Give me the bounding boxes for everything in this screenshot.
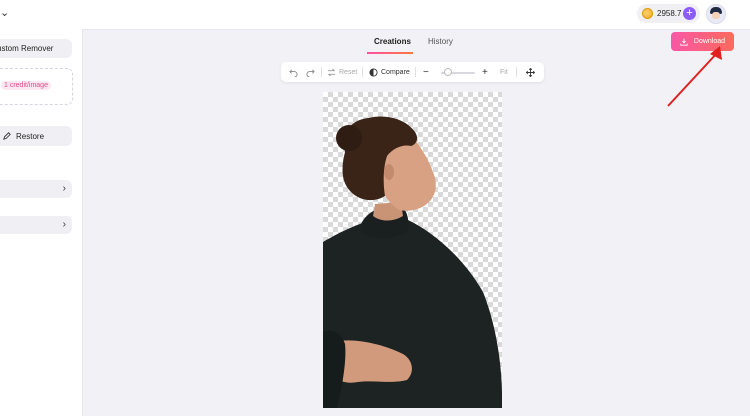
add-credits-button[interactable]: + [683,7,696,20]
tab-creations[interactable]: Creations [374,37,411,46]
move-icon [526,67,535,77]
active-tab-indicator [367,52,413,54]
zoom-slider-thumb[interactable] [443,68,452,76]
restore-label: Restore [16,131,45,141]
minus-icon: − [423,66,429,78]
plus-icon: + [482,66,488,78]
redo-icon [306,68,315,77]
image-canvas[interactable] [323,92,502,408]
reset-button[interactable]: Reset [327,62,357,82]
credits-value: 2958.7 [657,9,682,18]
upload-drop-zone[interactable]: 1 credit/image [0,68,73,105]
compare-label: Compare [381,68,410,76]
redo-button[interactable] [306,62,315,82]
tab-history[interactable]: History [428,37,453,46]
zoom-in-button[interactable]: + [482,62,488,82]
top-bar: ⌄ 2958.7 + [0,0,750,30]
zoom-out-button[interactable]: − [423,62,429,82]
chevron-right-icon: › [62,183,66,194]
reset-label: Reset [339,68,358,76]
editor-toolbar: Reset Compare − + Fit [281,62,544,82]
settings-row-2[interactable]: › [0,216,72,234]
custom-remover-label: ustom Remover [0,44,54,53]
compare-icon [369,67,378,77]
fit-label: Fit [500,68,508,76]
undo-button[interactable] [289,62,298,82]
pencil-icon [3,132,11,140]
custom-remover-button[interactable]: ustom Remover [0,39,72,58]
chevron-down-icon[interactable]: ⌄ [0,6,9,19]
chevron-right-icon: › [62,219,66,230]
compare-button[interactable]: Compare [369,62,410,82]
annotation-arrow [667,46,722,107]
restore-button[interactable]: Restore [0,126,72,146]
credits-badge[interactable]: 2958.7 + [637,4,700,23]
settings-row-1[interactable]: › [0,180,72,198]
fit-button[interactable]: Fit [500,62,508,82]
cutout-portrait [323,116,502,408]
reset-icon [327,68,336,76]
undo-icon [289,68,298,77]
left-panel: ustom Remover 1 credit/image Restore › › [0,29,83,416]
pan-button[interactable] [526,62,535,82]
avatar[interactable] [706,4,726,24]
coin-icon [642,8,653,19]
credit-cost-badge: 1 credit/image [1,81,51,90]
